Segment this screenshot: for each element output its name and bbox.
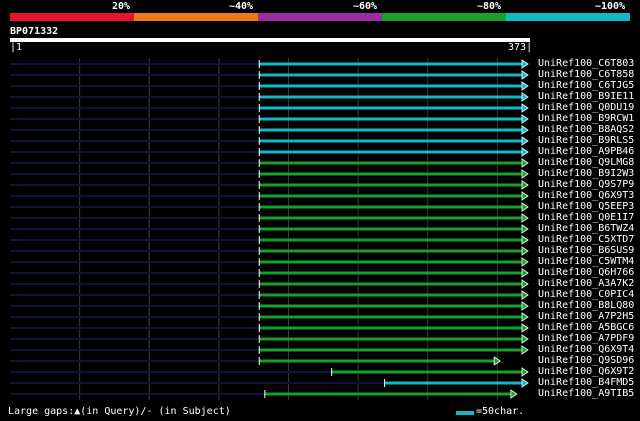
hit-arrow-icon: [521, 312, 529, 322]
hit-label[interactable]: UniRef100_Q6X9T3: [538, 190, 634, 201]
hit-arrow-icon: [521, 257, 529, 267]
hit-label[interactable]: UniRef100_B9RLS5: [538, 135, 634, 146]
hit-label[interactable]: UniRef100_C0PIC4: [538, 289, 634, 300]
hit-label[interactable]: UniRef100_Q0DU19: [538, 102, 634, 113]
hit-label[interactable]: UniRef100_C5XTD7: [538, 234, 634, 245]
hit-arrow-icon: [521, 191, 529, 201]
hit-label[interactable]: UniRef100_B4FMD5: [538, 377, 634, 388]
hit-label[interactable]: UniRef100_B9IE11: [538, 91, 634, 102]
hit-label[interactable]: UniRef100_C6TJG5: [538, 80, 634, 91]
hit-arrow-icon: [521, 334, 529, 344]
large-gaps-legend: Large gaps:▲(in Query)/- (in Subject): [8, 406, 231, 417]
hit-label[interactable]: UniRef100_Q0E1I7: [538, 212, 634, 223]
hit-arrow-icon: [521, 279, 529, 289]
hit-arrow-icon: [521, 224, 529, 234]
hit-arrow-icon: [521, 169, 529, 179]
hit-arrow-icon: [521, 180, 529, 190]
hit-arrow-icon: [521, 268, 529, 278]
hit-label[interactable]: UniRef100_B9RCW1: [538, 113, 634, 124]
hit-arrow-icon: [521, 323, 529, 333]
scale-bar: [456, 411, 474, 415]
hit-label[interactable]: UniRef100_A5BGC6: [538, 322, 634, 333]
hit-arrow-icon: [521, 235, 529, 245]
hit-arrow-icon: [521, 70, 529, 80]
hit-label[interactable]: UniRef100_Q9SD96: [538, 355, 634, 366]
scale-label: =50char.: [476, 406, 525, 417]
hit-arrow-icon: [521, 378, 529, 388]
hit-arrow-icon: [521, 92, 529, 102]
hit-label[interactable]: UniRef100_C6T803: [538, 58, 634, 69]
hit-label[interactable]: UniRef100_B9I2W3: [538, 168, 634, 179]
hit-arrow-icon: [521, 59, 529, 69]
hit-arrow-icon: [521, 345, 529, 355]
hit-label[interactable]: UniRef100_Q5EEP3: [538, 201, 634, 212]
hit-arrow-icon: [510, 389, 518, 399]
hit-label[interactable]: UniRef100_A3A7K2: [538, 278, 634, 289]
hit-label[interactable]: UniRef100_C5WTM4: [538, 256, 634, 267]
hit-arrow-icon: [521, 81, 529, 91]
hit-label[interactable]: UniRef100_Q6X9T4: [538, 344, 634, 355]
hit-label[interactable]: UniRef100_A9TIB5: [538, 388, 634, 399]
hit-arrow-icon: [521, 114, 529, 124]
hit-arrow-icon: [521, 147, 529, 157]
hit-label[interactable]: UniRef100_B6SUS9: [538, 245, 634, 256]
hit-arrow-icon: [521, 103, 529, 113]
hit-label[interactable]: UniRef100_A9PB46: [538, 146, 634, 157]
hit-label[interactable]: UniRef100_B8AQS2: [538, 124, 634, 135]
hit-arrow-icon: [521, 246, 529, 256]
hit-arrow-icon: [521, 136, 529, 146]
hit-arrow-icon: [521, 367, 529, 377]
hit-label[interactable]: UniRef100_Q9S7P9: [538, 179, 634, 190]
hit-label[interactable]: UniRef100_Q6H766: [538, 267, 634, 278]
hit-label[interactable]: UniRef100_Q9LMG8: [538, 157, 634, 168]
hit-arrow-icon: [521, 158, 529, 168]
hit-label[interactable]: UniRef100_Q6X9T2: [538, 366, 634, 377]
hit-arrow-icon: [521, 213, 529, 223]
hit-arrow-icon: [521, 301, 529, 311]
hit-label[interactable]: UniRef100_A7P2H5: [538, 311, 634, 322]
hit-arrow-icon: [521, 290, 529, 300]
hit-label[interactable]: UniRef100_B8LQ80: [538, 300, 634, 311]
hit-label[interactable]: UniRef100_A7PDF9: [538, 333, 634, 344]
hit-arrow-icon: [521, 202, 529, 212]
hit-label[interactable]: UniRef100_B6TWZ4: [538, 223, 634, 234]
hit-label[interactable]: UniRef100_C6T858: [538, 69, 634, 80]
hit-arrow-icon: [521, 125, 529, 135]
